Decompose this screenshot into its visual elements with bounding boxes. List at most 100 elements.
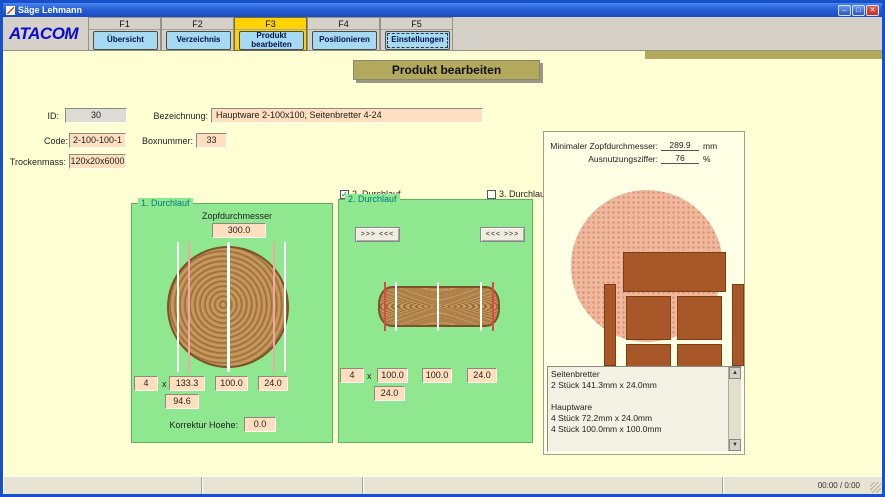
yield-summary-box[interactable]: Seitenbretter 2 Stück 141.3mm x 24.0mm H… bbox=[547, 366, 742, 452]
cut-pattern-beam bbox=[677, 296, 722, 340]
page-title: Produkt bearbeiten bbox=[353, 60, 540, 80]
summary-line: Hauptware bbox=[551, 402, 725, 413]
pass2-groupbox: 2. Durchlauf >>> <<< <<< >>> 4 x 100.0 1… bbox=[338, 199, 533, 443]
atacom-logo: ATACOM bbox=[9, 22, 89, 46]
boxnummer-label: Boxnummer: bbox=[141, 136, 193, 146]
pass1-width4-field[interactable]: 94.6 bbox=[165, 394, 199, 409]
checkbox-pass3[interactable]: 3. Durchlauf bbox=[487, 189, 548, 199]
scrollbar[interactable]: ▲ ▼ bbox=[728, 367, 741, 451]
bezeichnung-field[interactable]: Hauptware 2-100x100, Seitenbretter 4-24 bbox=[211, 108, 483, 123]
cut-pattern-beam bbox=[626, 296, 671, 340]
pass2-times-label: x bbox=[367, 371, 372, 381]
resize-grip[interactable] bbox=[870, 482, 881, 493]
cut-line[interactable] bbox=[227, 242, 230, 372]
scroll-up-icon[interactable]: ▲ bbox=[729, 367, 741, 379]
id-field[interactable]: 30 bbox=[65, 108, 127, 123]
cut-pattern-diagram bbox=[571, 190, 723, 342]
fkey-f3-label: F3 bbox=[235, 18, 306, 30]
trockenmass-label: Trockenmass: bbox=[6, 157, 66, 167]
minimize-icon[interactable]: – bbox=[838, 5, 851, 16]
pass1-times-label: x bbox=[162, 379, 167, 389]
cut-line[interactable] bbox=[395, 282, 397, 331]
shift-left-button[interactable]: >>> <<< bbox=[355, 227, 400, 242]
boxnummer-field[interactable]: 33 bbox=[196, 133, 227, 148]
pass2-width2-field[interactable]: 100.0 bbox=[422, 368, 452, 383]
cut-line[interactable] bbox=[188, 242, 190, 372]
korrektur-hoehe-field[interactable]: 0.0 bbox=[244, 417, 276, 432]
top-right-strip bbox=[645, 51, 882, 59]
cut-line[interactable] bbox=[480, 282, 482, 331]
positionieren-button[interactable]: Positionieren bbox=[312, 31, 377, 50]
id-label: ID: bbox=[21, 111, 59, 121]
status-panel-2 bbox=[202, 477, 363, 494]
ausnutzung-unit: % bbox=[703, 154, 711, 164]
toolbar-cell-f3-active: F3 Produkt bearbeiten bbox=[234, 17, 307, 51]
status-panel-3 bbox=[363, 477, 723, 494]
ausnutzung-value: 76 bbox=[661, 153, 699, 164]
close-icon[interactable]: ✕ bbox=[866, 5, 879, 16]
cut-pattern-side-board bbox=[604, 284, 616, 366]
bezeichnung-label: Bezeichnung: bbox=[148, 111, 208, 121]
pass1-count-field[interactable]: 4 bbox=[134, 376, 158, 391]
pass2-width3-field[interactable]: 24.0 bbox=[467, 368, 497, 383]
pass2-width4-field[interactable]: 24.0 bbox=[374, 386, 405, 401]
fkey-f5-label: F5 bbox=[381, 18, 452, 30]
maximize-icon[interactable]: □ bbox=[852, 5, 865, 16]
cut-pattern-board bbox=[623, 252, 726, 292]
status-panel-4: 00:00 / 0:00 bbox=[723, 477, 882, 494]
cut-line[interactable] bbox=[492, 282, 494, 331]
min-zopf-value: 289.9 bbox=[661, 140, 699, 151]
ausnutzung-label: Ausnutzungsziffer: bbox=[546, 154, 658, 164]
verzeichnis-button[interactable]: Verzeichnis bbox=[166, 31, 231, 50]
window-title: Säge Lehmann bbox=[18, 3, 838, 17]
cut-line[interactable] bbox=[284, 242, 286, 372]
fkey-f4-label: F4 bbox=[308, 18, 379, 30]
fkey-f1-label: F1 bbox=[89, 18, 160, 30]
pass2-count-field[interactable]: 4 bbox=[340, 368, 364, 383]
pass1-legend: 1. Durchlauf bbox=[138, 198, 193, 208]
trockenmass-field[interactable]: 120x20x6000 bbox=[69, 154, 126, 169]
uebersicht-button[interactable]: Übersicht bbox=[93, 31, 158, 50]
cut-pattern-side-board bbox=[732, 284, 744, 366]
produkt-bearbeiten-button[interactable]: Produkt bearbeiten bbox=[239, 31, 304, 50]
summary-line: 4 Stück 100.0mm x 100.0mm bbox=[551, 424, 725, 435]
zopfdurchmesser-field[interactable]: 300.0 bbox=[212, 223, 266, 238]
checkbox-pass3-box[interactable] bbox=[487, 190, 496, 199]
status-panel-1 bbox=[3, 477, 202, 494]
summary-line: 4 Stück 72.2mm x 24.0mm bbox=[551, 413, 725, 424]
app-window: Säge Lehmann – □ ✕ ATACOM F1 Übersicht F… bbox=[0, 0, 885, 497]
app-icon bbox=[6, 6, 15, 15]
code-field[interactable]: 2-100-100-1 bbox=[69, 133, 126, 148]
status-bar: 00:00 / 0:00 bbox=[3, 476, 882, 494]
code-label: Code: bbox=[28, 136, 68, 146]
pass1-width2-field[interactable]: 100.0 bbox=[215, 376, 248, 391]
pass1-width1-field[interactable]: 133.3 bbox=[169, 376, 205, 391]
einstellungen-button[interactable]: Einstellungen bbox=[385, 31, 450, 50]
cut-line[interactable] bbox=[384, 282, 386, 331]
korrektur-hoehe-label: Korrektur Hoehe: bbox=[152, 420, 238, 430]
yield-summary-text: Seitenbretter 2 Stück 141.3mm x 24.0mm H… bbox=[551, 369, 725, 435]
zopfdurchmesser-label: Zopfdurchmesser bbox=[172, 211, 302, 221]
toolbar-cell-f5: F5 Einstellungen bbox=[380, 17, 453, 51]
summary-line: 2 Stück 141.3mm x 24.0mm bbox=[551, 380, 725, 391]
toolbar-cell-f2: F2 Verzeichnis bbox=[161, 17, 234, 51]
shift-right-button[interactable]: <<< >>> bbox=[480, 227, 525, 242]
summary-line bbox=[551, 391, 725, 402]
status-time: 00:00 / 0:00 bbox=[818, 481, 860, 490]
pass1-width3-field[interactable]: 24.0 bbox=[258, 376, 288, 391]
fkey-f2-label: F2 bbox=[162, 18, 233, 30]
title-bar[interactable]: Säge Lehmann – □ ✕ bbox=[3, 3, 882, 17]
toolbar-cell-f4: F4 Positionieren bbox=[307, 17, 380, 51]
pass1-groupbox: 1. Durchlauf Zopfdurchmesser 300.0 4 x 1… bbox=[131, 203, 333, 443]
pass2-legend: 2. Durchlauf bbox=[345, 194, 400, 204]
pass2-width1-field[interactable]: 100.0 bbox=[377, 368, 408, 383]
cut-line[interactable] bbox=[273, 242, 275, 372]
scroll-down-icon[interactable]: ▼ bbox=[729, 439, 741, 451]
toolbar-cell-f1: F1 Übersicht bbox=[88, 17, 161, 51]
cut-line[interactable] bbox=[177, 242, 179, 372]
min-zopf-unit: mm bbox=[703, 141, 717, 151]
min-zopf-label: Minimaler Zopfdurchmesser: bbox=[546, 141, 658, 151]
cut-line[interactable] bbox=[437, 282, 439, 331]
checkbox-pass3-label: 3. Durchlauf bbox=[499, 189, 548, 199]
summary-line: Seitenbretter bbox=[551, 369, 725, 380]
